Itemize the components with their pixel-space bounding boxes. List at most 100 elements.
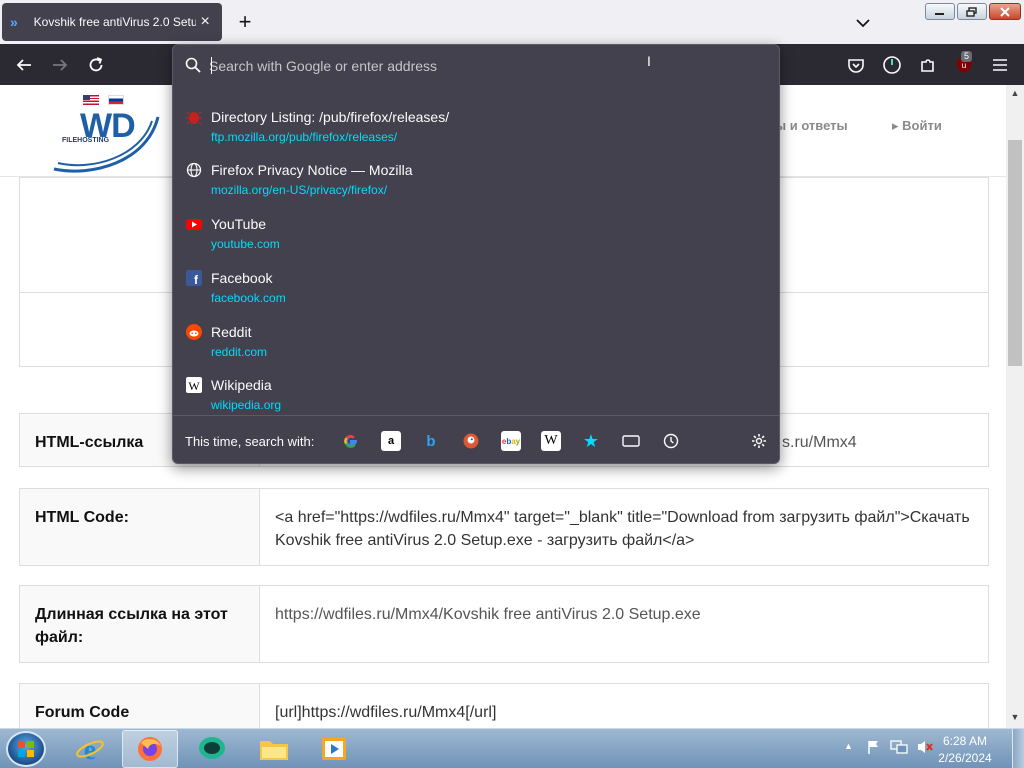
amazon-icon[interactable]: a <box>381 431 401 451</box>
history-icon[interactable] <box>661 431 681 451</box>
suggestion-title: Directory Listing: /pub/firefox/releases… <box>211 109 450 125</box>
svg-text:u: u <box>962 61 966 70</box>
logo-swoosh-icon <box>53 116 160 173</box>
network-icon[interactable] <box>890 739 908 755</box>
youtube-icon <box>186 219 202 230</box>
one-off-search-label: This time, search with: <box>185 434 315 449</box>
address-input[interactable] <box>209 53 749 79</box>
show-desktop-button[interactable] <box>1012 729 1024 768</box>
account-button[interactable] <box>879 52 905 78</box>
nav-link-login[interactable]: ▸ Войти <box>892 118 942 134</box>
puzzle-icon <box>921 59 934 72</box>
show-hidden-icons-icon[interactable]: ▲ <box>844 741 853 751</box>
scroll-down-arrow-icon[interactable]: ▼ <box>1006 712 1024 726</box>
urlbar[interactable]: I <box>173 45 779 86</box>
duckduckgo-icon[interactable] <box>461 431 481 451</box>
restore-window-button[interactable] <box>957 3 987 20</box>
wikipedia-icon[interactable]: W <box>541 431 561 451</box>
info-row-value[interactable]: [url]https://wdfiles.ru/Mmx4[/url] <box>260 684 988 728</box>
google-icon[interactable] <box>341 431 361 451</box>
taskbar-file-explorer[interactable] <box>246 730 302 768</box>
suggestion-title: YouTube <box>211 216 267 232</box>
suggestion-url: mozilla.org/en-US/privacy/firefox/ <box>211 183 388 197</box>
svg-text:W: W <box>188 379 200 393</box>
info-row-label: Forum Code <box>20 684 260 728</box>
tab-close-icon[interactable]: × <box>196 13 214 31</box>
media-player-icon <box>322 738 346 760</box>
bing-icon[interactable]: b <box>421 431 441 451</box>
suggestion-title: Reddit <box>211 324 252 340</box>
back-button[interactable] <box>11 52 37 78</box>
tab-active[interactable]: » Kovshik free antiVirus 2.0 Setup × <box>2 3 222 41</box>
ebay-icon[interactable]: ebay <box>501 431 521 451</box>
flag-ru-icon[interactable] <box>108 95 124 105</box>
account-icon <box>883 56 901 74</box>
arrow-right-icon <box>53 59 68 71</box>
svg-text:e: e <box>84 735 96 764</box>
internet-explorer-icon: e <box>76 735 104 764</box>
clock-time[interactable]: 6:28 AM <box>930 734 1000 748</box>
taskbar-media-player[interactable] <box>306 730 362 768</box>
one-off-search-bar: This time, search with: a b ebay W ★ <box>173 419 779 463</box>
tab-strip: » Kovshik free antiVirus 2.0 Setup × + <box>0 0 1024 44</box>
bug-icon <box>186 111 202 125</box>
extensions-button[interactable] <box>915 52 941 78</box>
start-button[interactable] <box>6 731 46 767</box>
nav-link-login-label: Войти <box>902 118 942 133</box>
info-row-value[interactable]: https://wdfiles.ru/Mmx4/Kovshik free ant… <box>260 586 988 662</box>
taskbar-internet-explorer[interactable]: e <box>62 730 118 768</box>
taskbar-app[interactable] <box>184 730 240 768</box>
windows-logo-icon <box>18 741 34 757</box>
info-row-forum-code: Forum Code [url]https://wdfiles.ru/Mmx4[… <box>19 683 989 728</box>
bookmarks-star-icon[interactable]: ★ <box>581 431 601 451</box>
suggestion-url: ftp.mozilla.org/pub/firefox/releases/ <box>211 130 398 144</box>
suggestion-item[interactable]: YouTube youtube.com <box>177 204 775 256</box>
extension-badge: 5 <box>961 51 973 62</box>
urlbar-dropdown: I Directory Listing: /pub/firefox/releas… <box>172 44 780 464</box>
firefox-icon <box>138 737 162 761</box>
divider <box>173 415 779 416</box>
windows-taskbar: e ▲ 6:28 AM 2/26/2024 <box>0 728 1024 768</box>
info-row-label: HTML Code: <box>20 489 260 565</box>
suggestion-item[interactable]: f Facebook facebook.com <box>177 258 775 310</box>
wikipedia-icon: W <box>186 377 202 393</box>
folder-icon <box>260 741 288 760</box>
close-icon <box>1000 6 1010 17</box>
action-center-flag-icon[interactable] <box>866 739 882 755</box>
pocket-button[interactable] <box>843 52 869 78</box>
info-row-value[interactable]: <a href="https://wdfiles.ru/Mmx4" target… <box>260 489 988 565</box>
minimize-window-button[interactable] <box>925 3 955 20</box>
hamburger-menu-icon <box>993 59 1007 71</box>
suggestion-title: Facebook <box>211 270 273 286</box>
clock-date[interactable]: 2/26/2024 <box>930 751 1000 765</box>
search-settings-gear-icon[interactable] <box>749 431 769 451</box>
info-row-long-link: Длинная ссылка на этот файл: https://wdf… <box>19 585 989 663</box>
taskbar-firefox[interactable] <box>122 730 178 768</box>
suggestion-item[interactable]: Directory Listing: /pub/firefox/releases… <box>177 97 775 149</box>
app-menu-button[interactable] <box>987 52 1013 78</box>
suggestion-item[interactable]: Firefox Privacy Notice — Mozilla mozilla… <box>177 150 775 202</box>
suggestion-url: facebook.com <box>211 291 286 305</box>
tabs-icon[interactable] <box>621 431 641 451</box>
site-logo[interactable]: WD FILEHOSTING <box>52 107 162 175</box>
chat-app-icon <box>199 737 225 759</box>
info-row-html-code: HTML Code: <a href="https://wdfiles.ru/M… <box>19 488 989 566</box>
suggestion-item[interactable]: Reddit reddit.com <box>177 312 775 364</box>
forward-button[interactable] <box>47 52 73 78</box>
suggestion-url: youtube.com <box>211 237 280 251</box>
text-caret <box>211 57 212 74</box>
scrollbar-thumb[interactable] <box>1008 140 1022 366</box>
flag-en-icon[interactable] <box>83 95 99 105</box>
new-tab-button[interactable]: + <box>232 10 258 36</box>
close-window-button[interactable] <box>989 3 1021 20</box>
list-all-tabs-button[interactable] <box>852 12 874 34</box>
reload-icon <box>89 57 103 72</box>
pocket-icon <box>848 59 864 73</box>
suggestion-url: reddit.com <box>211 345 268 359</box>
tab-favicon-icon: » <box>10 14 18 30</box>
scroll-up-arrow-icon[interactable]: ▲ <box>1006 88 1024 102</box>
chevron-down-icon <box>856 19 870 28</box>
reload-button[interactable] <box>83 52 109 78</box>
info-row-label: Длинная ссылка на этот файл: <box>20 586 260 662</box>
suggestion-item[interactable]: W Wikipedia wikipedia.org <box>177 365 775 417</box>
